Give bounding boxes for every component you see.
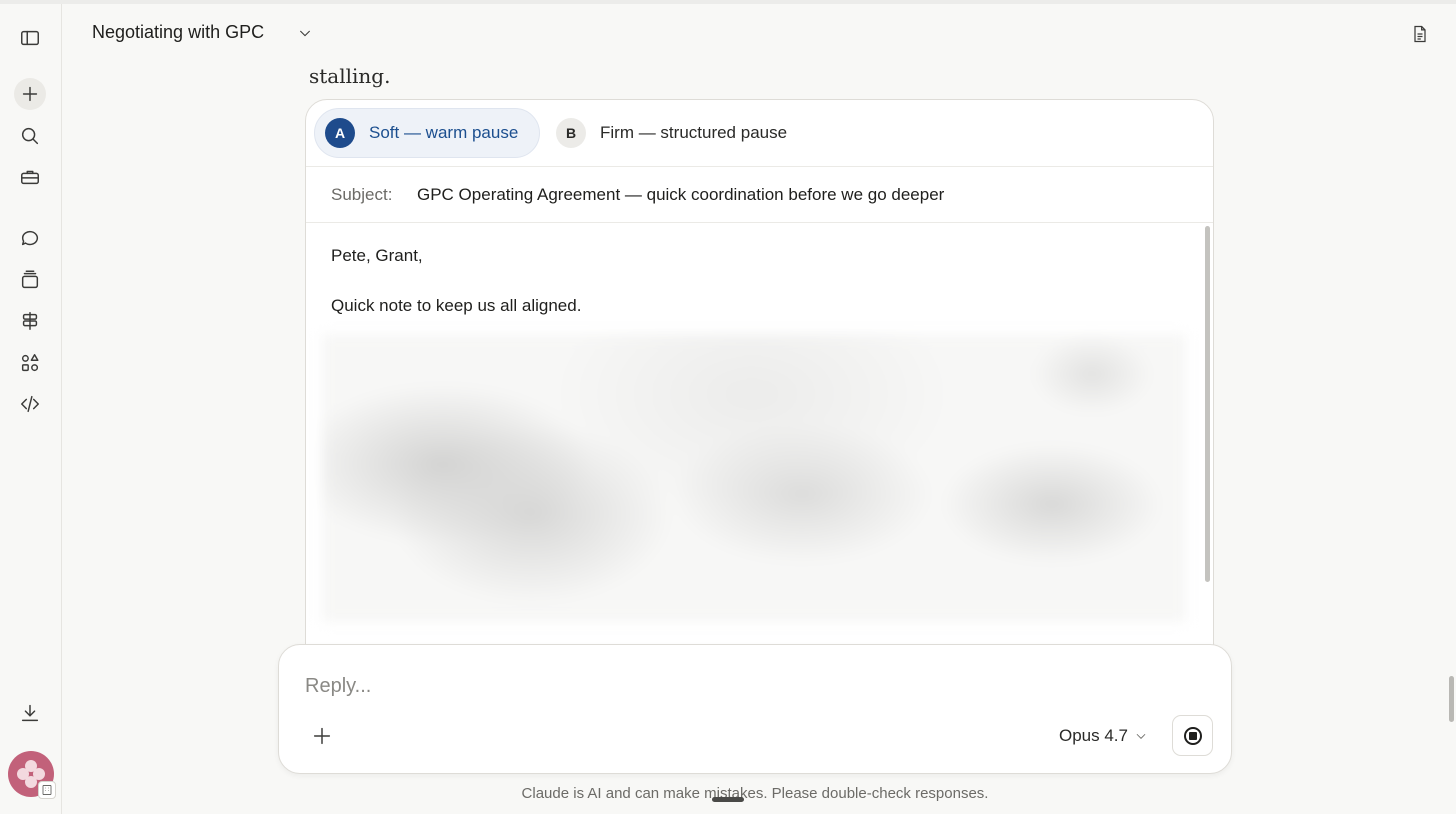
tools-button[interactable] [14,161,46,193]
email-draft-card: A Soft — warm pause B Firm — structured … [305,99,1214,699]
chat-icon [21,230,38,246]
shapes-icon [21,354,39,372]
tab-firm[interactable]: B Firm — structured pause [546,108,826,158]
tab-letter: A [325,118,355,148]
assistant-message-text: stalling. [309,64,391,88]
search-icon [21,127,39,145]
apps-button[interactable] [14,347,46,379]
model-label: Opus 4.7 [1059,726,1128,745]
reply-composer: Opus 4.7 [278,644,1232,774]
subject-text: GPC Operating Agreement — quick coordina… [417,185,945,204]
code-button[interactable] [14,388,46,420]
blurred-email-content [322,334,1186,622]
stop-button[interactable] [1172,715,1213,756]
subject-label: Subject: [331,185,393,204]
email-line: Quick note to keep us all aligned. [331,296,582,315]
plus-icon [313,727,331,745]
sidebar-icon [21,30,39,46]
tab-label: Soft — warm pause [369,123,519,142]
tab-soft[interactable]: A Soft — warm pause [314,108,540,158]
tab-letter: B [556,118,586,148]
add-attachment-button[interactable] [307,721,337,751]
download-button[interactable] [14,697,46,729]
code-icon [21,395,39,413]
chevron-down-icon [299,30,311,37]
search-button[interactable] [14,120,46,152]
projects-button[interactable] [14,264,46,296]
title-menu-button[interactable] [294,22,316,44]
artifacts-button[interactable] [14,305,46,337]
email-scrollbar[interactable] [1205,226,1210,582]
stop-icon [1183,726,1202,745]
conversation-title[interactable]: Negotiating with GPC [92,22,264,43]
download-icon [21,704,39,722]
variant-tabs: A Soft — warm pause B Firm — structured … [306,100,1213,167]
new-chat-button[interactable] [14,78,46,110]
subject-row: Subject: GPC Operating Agreement — quick… [306,167,1213,223]
reply-input[interactable] [305,671,1005,701]
page-scrollbar[interactable] [1449,676,1454,722]
stack-icon [21,270,39,289]
model-selector[interactable]: Opus 4.7 [1059,723,1148,749]
chats-button[interactable] [14,222,46,254]
artifact-panel-button[interactable] [1406,20,1434,48]
sidebar [0,4,62,814]
plus-icon [22,86,38,102]
tab-label: Firm — structured pause [600,123,788,142]
toggle-sidebar-button[interactable] [14,22,46,54]
signpost-icon [22,312,38,330]
toolbox-icon [21,170,39,185]
scroll-handle[interactable] [712,797,744,802]
chevron-down-icon [1136,733,1146,739]
document-icon [1414,25,1426,43]
email-greeting: Pete, Grant, [331,246,423,265]
top-border [0,0,1456,4]
